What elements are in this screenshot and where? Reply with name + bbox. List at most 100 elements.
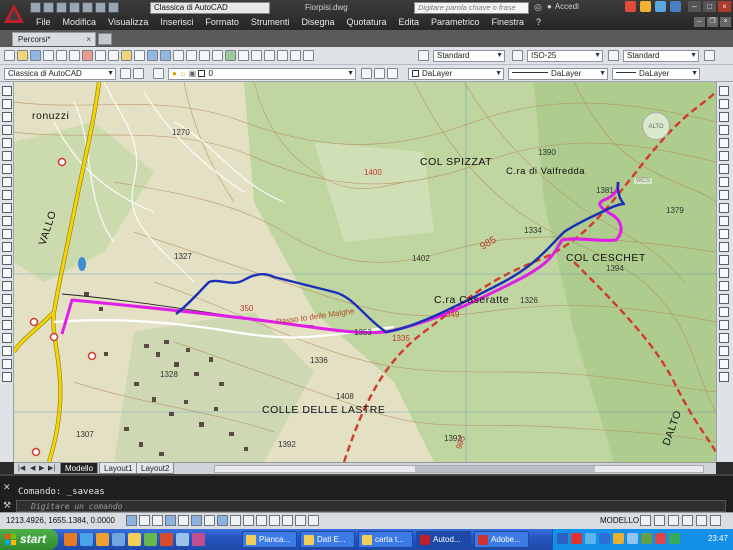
- point-icon[interactable]: [2, 255, 12, 265]
- table-style-dropdown[interactable]: Standard ▼: [623, 50, 699, 62]
- new-tab-button[interactable]: [98, 33, 112, 45]
- draw-order-icon[interactable]: [719, 320, 729, 330]
- autocad-logo-icon[interactable]: [2, 2, 26, 26]
- menu-item-disegna[interactable]: Disegna: [295, 16, 340, 29]
- open-icon[interactable]: [43, 2, 54, 13]
- media-player-icon[interactable]: [96, 533, 109, 546]
- fillet-icon[interactable]: [719, 281, 729, 291]
- maximize-button[interactable]: □: [703, 1, 716, 12]
- transparency-icon[interactable]: [269, 515, 280, 526]
- publish-icon[interactable]: [69, 50, 80, 61]
- open-folder-icon[interactable]: [17, 50, 28, 61]
- menu-item-help[interactable]: ?: [530, 16, 547, 29]
- layer-dropdown[interactable]: ● ☼ ▣ 0 ▼: [168, 68, 356, 80]
- offset-icon[interactable]: [719, 125, 729, 135]
- add-selected-icon[interactable]: [2, 333, 12, 343]
- firefox-icon[interactable]: [64, 533, 77, 546]
- infer-constraints-icon[interactable]: [126, 515, 137, 526]
- doc-close-button[interactable]: ×: [720, 17, 731, 27]
- language-icon[interactable]: [557, 533, 568, 544]
- text-style-dropdown[interactable]: Standard ▼: [433, 50, 505, 62]
- zoom-realtime-icon[interactable]: [186, 50, 197, 61]
- copy-object-icon[interactable]: [719, 99, 729, 109]
- sign-in[interactable]: ● Accedi: [547, 2, 579, 11]
- text-icon[interactable]: [2, 372, 12, 382]
- properties-panel-icon[interactable]: [2, 346, 12, 356]
- wcs-label[interactable]: WCS: [634, 178, 652, 184]
- clock[interactable]: 23:47: [708, 534, 728, 543]
- network-icon[interactable]: [585, 533, 596, 544]
- prev-layout-icon[interactable]: ◀: [30, 464, 35, 472]
- binoculars-icon[interactable]: ◎: [534, 2, 542, 13]
- menu-item-parametrico[interactable]: Parametrico: [425, 16, 486, 29]
- layer-manager-icon[interactable]: [153, 68, 164, 79]
- move-icon[interactable]: [719, 151, 729, 161]
- drawing-area[interactable]: COL SPIZZAT C.ra di Valfredda COL CESCHE…: [14, 82, 716, 462]
- menu-item-modifica[interactable]: Modifica: [57, 16, 103, 29]
- taskbar-item[interactable]: Pianca...: [242, 531, 297, 548]
- minimize-button[interactable]: –: [688, 1, 701, 12]
- workspace-save-icon[interactable]: [133, 68, 144, 79]
- make-block-icon[interactable]: [2, 242, 12, 252]
- break-icon[interactable]: [719, 242, 729, 252]
- ellipse-icon[interactable]: [2, 203, 12, 213]
- workspace-switch-icon[interactable]: [682, 515, 693, 526]
- workspace-settings-icon[interactable]: [120, 68, 131, 79]
- internet-explorer-icon[interactable]: [80, 533, 93, 546]
- quick-view-layouts-icon[interactable]: [640, 515, 651, 526]
- text-style-icon[interactable]: [418, 50, 429, 61]
- break-at-point-icon[interactable]: [719, 229, 729, 239]
- polyline-icon[interactable]: [2, 112, 12, 122]
- messenger-icon[interactable]: [144, 533, 157, 546]
- insert-block-icon[interactable]: [2, 229, 12, 239]
- selection-cycling-icon[interactable]: [295, 515, 306, 526]
- safely-remove-icon[interactable]: [641, 533, 652, 544]
- trim-icon[interactable]: [719, 203, 729, 213]
- lineweight-dropdown[interactable]: DaLayer ▼: [612, 68, 700, 80]
- match-properties-icon[interactable]: [121, 50, 132, 61]
- model-space-toggle[interactable]: MODELLO: [600, 516, 639, 525]
- taskbar-item[interactable]: Dati E...: [300, 531, 355, 548]
- help-icon[interactable]: [670, 1, 681, 12]
- linetype-dropdown[interactable]: DaLayer ▼: [508, 68, 608, 80]
- cut-icon[interactable]: [82, 50, 93, 61]
- array-icon[interactable]: [719, 138, 729, 148]
- ducs-icon[interactable]: [230, 515, 241, 526]
- chamfer-icon[interactable]: [719, 268, 729, 278]
- 3d-osnap-icon[interactable]: [204, 515, 215, 526]
- make-current-icon[interactable]: [361, 68, 372, 79]
- taskbar-item[interactable]: Adobe...: [474, 531, 529, 548]
- region-icon[interactable]: [2, 294, 12, 304]
- polar-tracking-icon[interactable]: [178, 515, 189, 526]
- office-icon[interactable]: [160, 533, 173, 546]
- taskbar-item[interactable]: carta t...: [358, 531, 413, 548]
- polygon-icon[interactable]: [2, 125, 12, 135]
- qnew-icon[interactable]: [4, 50, 15, 61]
- save-icon[interactable]: [30, 50, 41, 61]
- workspace-toolbar-dropdown[interactable]: Classica di AutoCAD ▼: [4, 68, 116, 80]
- ellipse-arc-icon[interactable]: [2, 216, 12, 226]
- menu-item-visualizza[interactable]: Visualizza: [102, 16, 154, 29]
- zoom-window-icon[interactable]: [199, 50, 210, 61]
- show-desktop-icon[interactable]: [112, 533, 125, 546]
- taskbar-item[interactable]: Autod...: [416, 531, 471, 548]
- scale-icon[interactable]: [719, 177, 729, 187]
- lineweight-icon[interactable]: [256, 515, 267, 526]
- hatch-icon[interactable]: [2, 268, 12, 278]
- paste-icon[interactable]: [108, 50, 119, 61]
- coordinate-readout[interactable]: 1213.4926, 1655.1384, 0.0000: [6, 516, 115, 525]
- line-icon[interactable]: [2, 86, 12, 96]
- table-icon[interactable]: [2, 307, 12, 317]
- undo-icon[interactable]: [95, 2, 106, 13]
- bluetooth-icon[interactable]: [599, 533, 610, 544]
- sign-in-label[interactable]: Accedi: [555, 2, 579, 11]
- object-snap-tracking-icon[interactable]: [217, 515, 228, 526]
- copy-icon[interactable]: [95, 50, 106, 61]
- layer-icon[interactable]: [2, 359, 12, 369]
- stretch-icon[interactable]: [719, 190, 729, 200]
- scrollbar-thumb[interactable]: [415, 466, 595, 472]
- blend-icon[interactable]: [719, 294, 729, 304]
- next-layout-icon[interactable]: ▶: [39, 464, 44, 472]
- volume-icon[interactable]: [627, 533, 638, 544]
- menu-item-file[interactable]: File: [30, 16, 57, 29]
